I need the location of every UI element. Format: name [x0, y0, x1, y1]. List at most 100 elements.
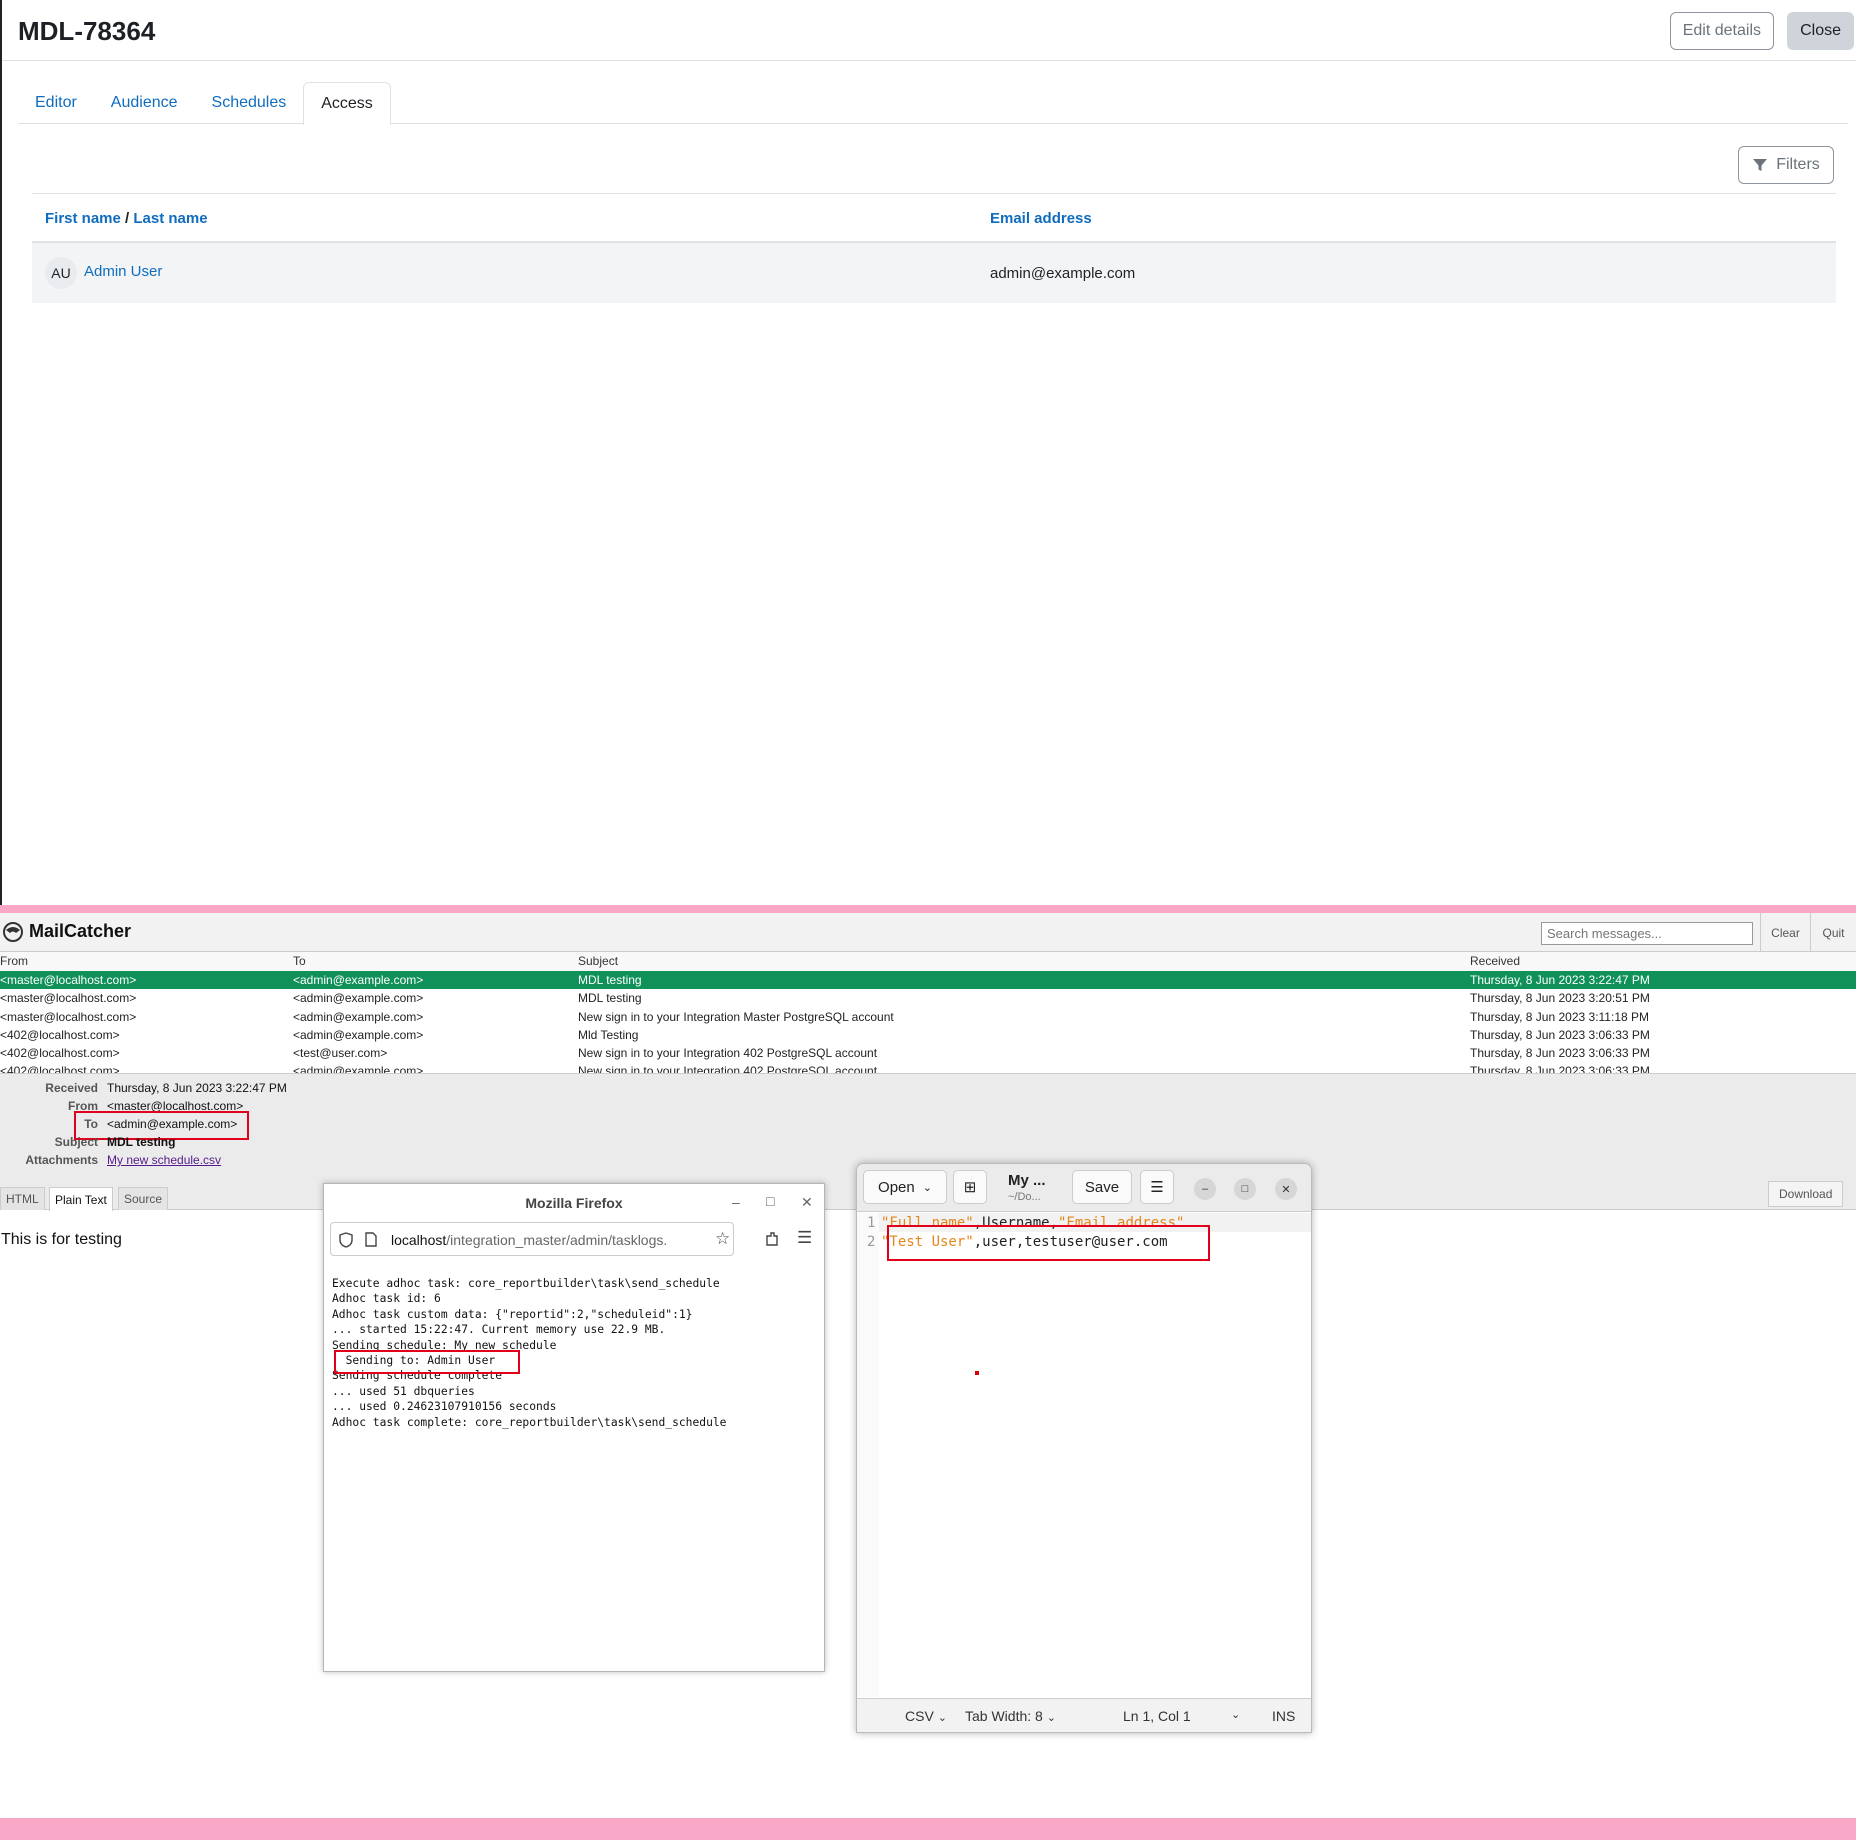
message-subject: New sign in to your Integration 402 Post…: [578, 1064, 878, 1074]
chevron-down-icon[interactable]: ⌄: [1231, 1708, 1240, 1721]
cursor-position[interactable]: Ln 1, Col 1: [1123, 1708, 1191, 1724]
firefox-title: Mozilla Firefox: [525, 1195, 623, 1211]
message-row[interactable]: <master@localhost.com> <admin@example.co…: [0, 971, 1856, 990]
edit-details-button[interactable]: Edit details: [1669, 12, 1774, 50]
line-number: 2: [867, 1234, 876, 1250]
maximize-icon[interactable]: □: [1234, 1178, 1256, 1200]
line-number: 1: [867, 1215, 876, 1231]
message-from: <402@localhost.com>: [0, 1064, 120, 1074]
received-label: Received: [45, 1081, 98, 1095]
message-from: <402@localhost.com>: [0, 1046, 120, 1061]
col-to[interactable]: To: [293, 954, 306, 968]
filters-label: Filters: [1776, 156, 1820, 173]
message-from: <master@localhost.com>: [0, 973, 137, 987]
close-button[interactable]: Close: [1787, 12, 1854, 50]
clear-button[interactable]: Clear: [1760, 913, 1810, 952]
menu-button[interactable]: ☰: [1140, 1170, 1174, 1204]
tab-plain-text[interactable]: Plain Text: [49, 1187, 113, 1211]
tab-editor[interactable]: Editor: [18, 82, 94, 124]
extensions-icon[interactable]: [764, 1231, 780, 1247]
maximize-icon[interactable]: □: [766, 1193, 774, 1209]
message-list: From To Subject Received <master@localho…: [0, 952, 1856, 1074]
minimize-icon[interactable]: –: [1194, 1178, 1216, 1200]
log-line: Adhoc task custom data: {"reportid":2,"s…: [332, 1307, 693, 1321]
message-received: Thursday, 8 Jun 2023 3:06:33 PM: [1470, 1046, 1650, 1061]
text-editor-window: Open ⌄ ⊞ My ... ~/Do... Save ☰ – □ ✕ 1 "…: [856, 1163, 1312, 1733]
message-subject: MDL testing: [578, 973, 642, 987]
editor-headerbar: Open ⌄ ⊞ My ... ~/Do... Save ☰ – □ ✕: [857, 1164, 1311, 1212]
minimize-icon[interactable]: –: [732, 1194, 740, 1210]
tab-html[interactable]: HTML: [0, 1187, 45, 1210]
attachment-link[interactable]: My new schedule.csv: [107, 1153, 221, 1167]
tab-schedules[interactable]: Schedules: [195, 82, 304, 124]
message-from: <402@localhost.com>: [0, 1027, 120, 1042]
sort-first-name[interactable]: First name: [45, 210, 121, 227]
filters-button[interactable]: Filters: [1738, 146, 1834, 184]
url-text[interactable]: localhost/integration_master/admin/taskl…: [391, 1232, 721, 1248]
user-name-link[interactable]: Admin User: [84, 263, 162, 280]
access-table: First name / Last name Email address AU …: [32, 193, 1836, 303]
message-from: <master@localhost.com>: [0, 1009, 137, 1024]
user-email: admin@example.com: [990, 265, 1136, 282]
message-row[interactable]: <402@localhost.com> <admin@example.com> …: [0, 1062, 1856, 1074]
header-separator: /: [125, 210, 130, 227]
report-tabs: Editor Audience Schedules Access: [18, 82, 1848, 125]
message-received: Thursday, 8 Jun 2023 3:20:51 PM: [1470, 991, 1650, 1006]
cursor-dot: [975, 1371, 979, 1375]
message-list-header: From To Subject Received: [0, 952, 1856, 971]
message-to: <admin@example.com>: [293, 1027, 424, 1042]
log-line: Execute adhoc task: core_reportbuilder\t…: [332, 1277, 720, 1290]
page-title: MDL-78364: [18, 16, 156, 46]
sending-to-highlight-box: [334, 1350, 520, 1374]
message-row[interactable]: <402@localhost.com> <admin@example.com> …: [0, 1026, 1856, 1044]
mailcatcher-toolbar: MailCatcher Clear Quit: [0, 913, 1856, 952]
mailcatcher-logo-icon: [3, 922, 23, 942]
bookmark-star-icon[interactable]: ☆: [715, 1229, 730, 1249]
col-received[interactable]: Received: [1470, 954, 1520, 968]
message-row[interactable]: <master@localhost.com> <admin@example.co…: [0, 989, 1856, 1007]
document-title: My ...: [1008, 1172, 1046, 1189]
tab-access[interactable]: Access: [303, 82, 391, 125]
menu-icon[interactable]: ☰: [797, 1228, 812, 1248]
message-subject: MDL testing: [578, 991, 642, 1006]
message-subject: Mld Testing: [578, 1027, 639, 1042]
close-icon[interactable]: ✕: [1275, 1178, 1297, 1200]
message-row[interactable]: <master@localhost.com> <admin@example.co…: [0, 1008, 1856, 1026]
log-line: ... started 15:22:47. Current memory use…: [332, 1323, 666, 1337]
download-button[interactable]: Download: [1768, 1181, 1844, 1207]
attachments-label: Attachments: [25, 1153, 98, 1167]
language-selector[interactable]: CSV ⌄: [905, 1708, 947, 1724]
sort-last-name[interactable]: Last name: [133, 210, 207, 227]
message-row[interactable]: <402@localhost.com> <test@user.com> New …: [0, 1044, 1856, 1062]
tab-width-selector[interactable]: Tab Width: 8 ⌄: [965, 1708, 1056, 1724]
col-from[interactable]: From: [0, 954, 28, 968]
screen: MDL-78364 Edit details Close Editor Audi…: [0, 0, 1856, 1840]
open-button[interactable]: Open ⌄: [863, 1170, 947, 1204]
table-header: First name / Last name Email address: [32, 193, 1836, 243]
document-path: ~/Do...: [1008, 1191, 1041, 1203]
tab-source[interactable]: Source: [118, 1187, 169, 1210]
new-tab-button[interactable]: ⊞: [953, 1170, 987, 1204]
message-body: This is for testing: [1, 1231, 122, 1248]
avatar: AU: [45, 257, 77, 289]
close-icon[interactable]: ✕: [801, 1194, 813, 1211]
message-to: <admin@example.com>: [293, 991, 424, 1006]
tab-audience[interactable]: Audience: [94, 82, 195, 124]
save-button[interactable]: Save: [1072, 1170, 1132, 1204]
insert-mode[interactable]: INS: [1272, 1708, 1295, 1724]
quit-button[interactable]: Quit: [1810, 913, 1856, 952]
log-line: Adhoc task complete: core_reportbuilder\…: [332, 1415, 727, 1429]
search-input[interactable]: [1541, 922, 1753, 945]
message-subject: New sign in to your Integration Master P…: [578, 1009, 894, 1024]
message-received: Thursday, 8 Jun 2023 3:06:33 PM: [1470, 1027, 1650, 1042]
message-to: <admin@example.com>: [293, 1009, 424, 1024]
firefox-window: Mozilla Firefox – □ ✕ localhost/integrat…: [323, 1183, 825, 1672]
csv-row-highlight-box: [887, 1225, 1210, 1261]
url-bar[interactable]: localhost/integration_master/admin/taskl…: [330, 1222, 734, 1256]
col-subject[interactable]: Subject: [578, 954, 618, 968]
page-header: MDL-78364 Edit details Close: [2, 0, 1856, 61]
chevron-down-icon: ⌄: [1046, 1712, 1056, 1724]
sort-email[interactable]: Email address: [990, 210, 1092, 227]
shield-icon[interactable]: [339, 1232, 353, 1248]
log-line: Adhoc task id: 6: [332, 1292, 441, 1306]
